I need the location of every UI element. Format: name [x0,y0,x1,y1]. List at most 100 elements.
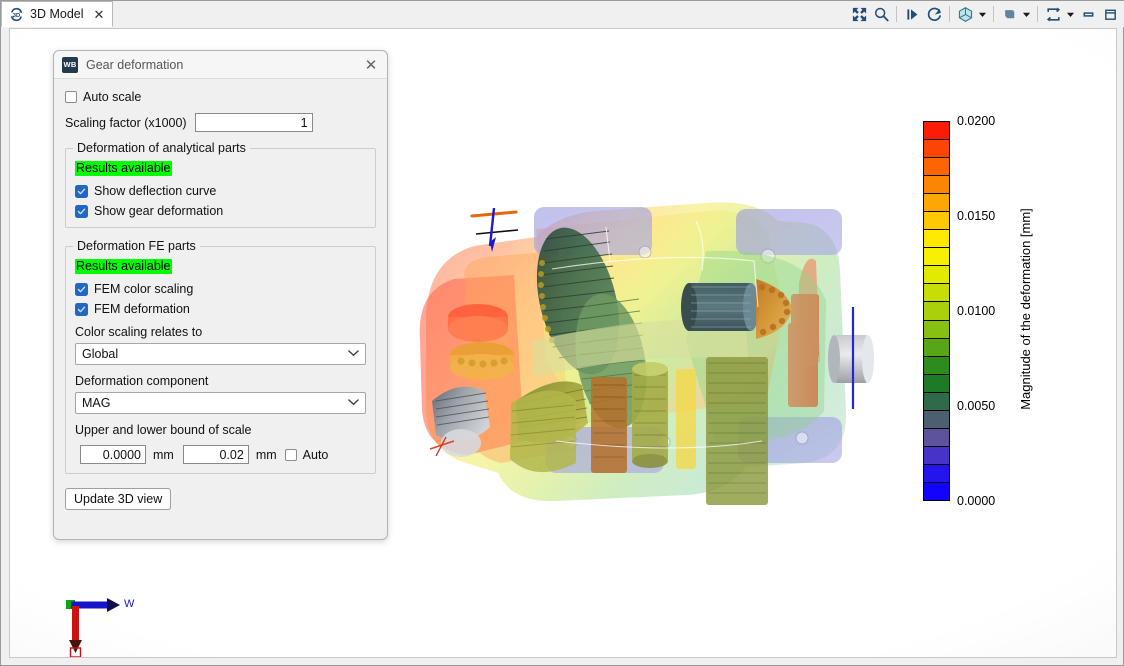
gearbox-deformation-render[interactable] [406,111,876,511]
fem-color-scaling-checkbox[interactable] [75,283,88,296]
view-toolbar [848,1,1124,27]
color-legend-segment [924,122,949,140]
show-gear-deformation-checkbox[interactable] [75,205,88,218]
color-legend: 0.0200 0.0150 0.0100 0.0050 0.0000 Magnitude… [915,91,1055,531]
tab-label: 3D Model [30,7,84,21]
toolbar-separator [896,6,897,22]
zoom-icon[interactable] [870,3,892,25]
tab-3d-model[interactable]: 3D 3D Model ✕ [1,1,113,27]
color-legend-tick-label: 0.0150 [957,209,995,223]
color-legend-tick-label: 0.0050 [957,399,995,413]
play-step-icon[interactable] [901,3,923,25]
color-legend-segment [924,483,949,500]
3d-viewport[interactable]: 0.0200 0.0150 0.0100 0.0050 0.0000 Magnitude… [9,28,1117,658]
tab-strip: 3D 3D Model ✕ [1,1,113,27]
close-icon[interactable]: ✕ [361,55,381,75]
show-deflection-curve-label: Show deflection curve [94,184,216,198]
fem-color-scaling-label: FEM color scaling [94,282,193,296]
axis-triad: W [58,584,168,658]
deformation-component-label: Deformation component [75,374,366,388]
status-badge: Results available [75,161,172,176]
update-3d-view-button[interactable]: Update 3D view [65,488,171,510]
minimize-icon[interactable] [1077,3,1099,25]
scaling-factor-row[interactable]: Scaling factor (x1000) [65,113,376,132]
color-legend-segment [924,284,949,302]
color-legend-tick-label: 0.0200 [957,114,995,128]
toolbar-separator [993,6,994,22]
color-legend-strip [923,121,950,501]
color-legend-segment [924,266,949,284]
color-legend-segment [924,302,949,320]
fe-parts-group: Deformation FE parts Results available F… [65,246,376,474]
color-legend-segment [924,158,949,176]
show-deflection-curve-checkbox[interactable] [75,185,88,198]
fem-deformation-row[interactable]: FEM deformation [75,302,366,316]
fit-to-screen-icon[interactable] [848,3,870,25]
show-gear-deformation-row[interactable]: Show gear deformation [75,204,366,218]
application-window: 3D 3D Model ✕ [0,0,1124,666]
show-gear-deformation-label: Show gear deformation [94,204,223,218]
analytical-results-status: Results available [75,159,366,177]
color-legend-segment [924,393,949,411]
scaling-factor-input[interactable] [195,113,313,132]
svg-text:3D: 3D [13,12,20,18]
color-legend-segment [924,447,949,465]
refresh-loop-icon[interactable] [1042,3,1064,25]
cube-3d-icon: 3D [9,7,24,22]
top-bar-spacer [113,1,848,27]
lower-bound-unit: mm [153,448,174,462]
triad-label: W [124,598,135,610]
color-legend-tick-label: 0.0100 [957,304,995,318]
fem-color-scaling-row[interactable]: FEM color scaling [75,282,366,296]
bounds-label: Upper and lower bound of scale [75,423,366,437]
refresh-loop-dropdown-icon[interactable] [1064,3,1077,25]
bounds-auto-checkbox[interactable] [285,449,297,461]
color-legend-segment [924,465,949,483]
rotate-view-icon[interactable] [923,3,945,25]
color-legend-segment [924,230,949,248]
scaling-factor-label: Scaling factor (x1000) [65,116,187,130]
deformation-component-value: MAG [82,396,348,410]
fem-deformation-checkbox[interactable] [75,303,88,316]
dialog-body: Auto scale Scaling factor (x1000) Deform… [54,79,387,539]
color-legend-axis-label: Magnitude of the deformation [mm] [1018,208,1033,410]
analytical-parts-group-title: Deformation of analytical parts [73,141,250,155]
color-legend-segment [924,212,949,230]
deformation-component-select[interactable]: MAG [75,392,366,414]
close-icon[interactable]: ✕ [94,8,105,21]
toolbar-separator [949,6,950,22]
color-legend-segment [924,248,949,266]
color-legend-segment [924,194,949,212]
maximize-icon[interactable] [1099,3,1121,25]
color-scaling-select[interactable]: Global [75,343,366,365]
upper-bound-unit: mm [256,448,277,462]
color-legend-segment [924,140,949,158]
color-legend-segment [924,321,949,339]
toolbar-separator [1037,6,1038,22]
lower-bound-input[interactable] [80,445,146,464]
bounds-auto-label: Auto [303,448,329,462]
gear-deformation-dialog[interactable]: WB Gear deformation ✕ Auto scale Scaling… [53,50,388,540]
fem-deformation-label: FEM deformation [94,302,190,316]
analytical-parts-group: Deformation of analytical parts Results … [65,148,376,228]
shaded-solid-dropdown-icon[interactable] [1020,3,1033,25]
auto-scale-label: Auto scale [83,90,141,104]
auto-scale-row[interactable]: Auto scale [65,90,376,104]
show-deflection-curve-row[interactable]: Show deflection curve [75,184,366,198]
color-legend-tick-label: 0.0000 [957,494,995,508]
color-scaling-label: Color scaling relates to [75,325,366,339]
fe-results-status: Results available [75,257,366,275]
workbench-icon: WB [62,57,78,73]
shaded-solid-icon[interactable] [998,3,1020,25]
fe-parts-group-title: Deformation FE parts [73,239,200,253]
chevron-down-icon [348,397,359,409]
wireframe-cube-icon[interactable] [954,3,976,25]
upper-bound-input[interactable] [183,445,249,464]
color-legend-segment [924,429,949,447]
color-legend-segment [924,176,949,194]
color-legend-segment [924,357,949,375]
auto-scale-checkbox[interactable] [65,91,77,103]
status-badge: Results available [75,259,172,274]
wireframe-cube-dropdown-icon[interactable] [976,3,989,25]
dialog-title-bar: WB Gear deformation ✕ [54,51,387,79]
